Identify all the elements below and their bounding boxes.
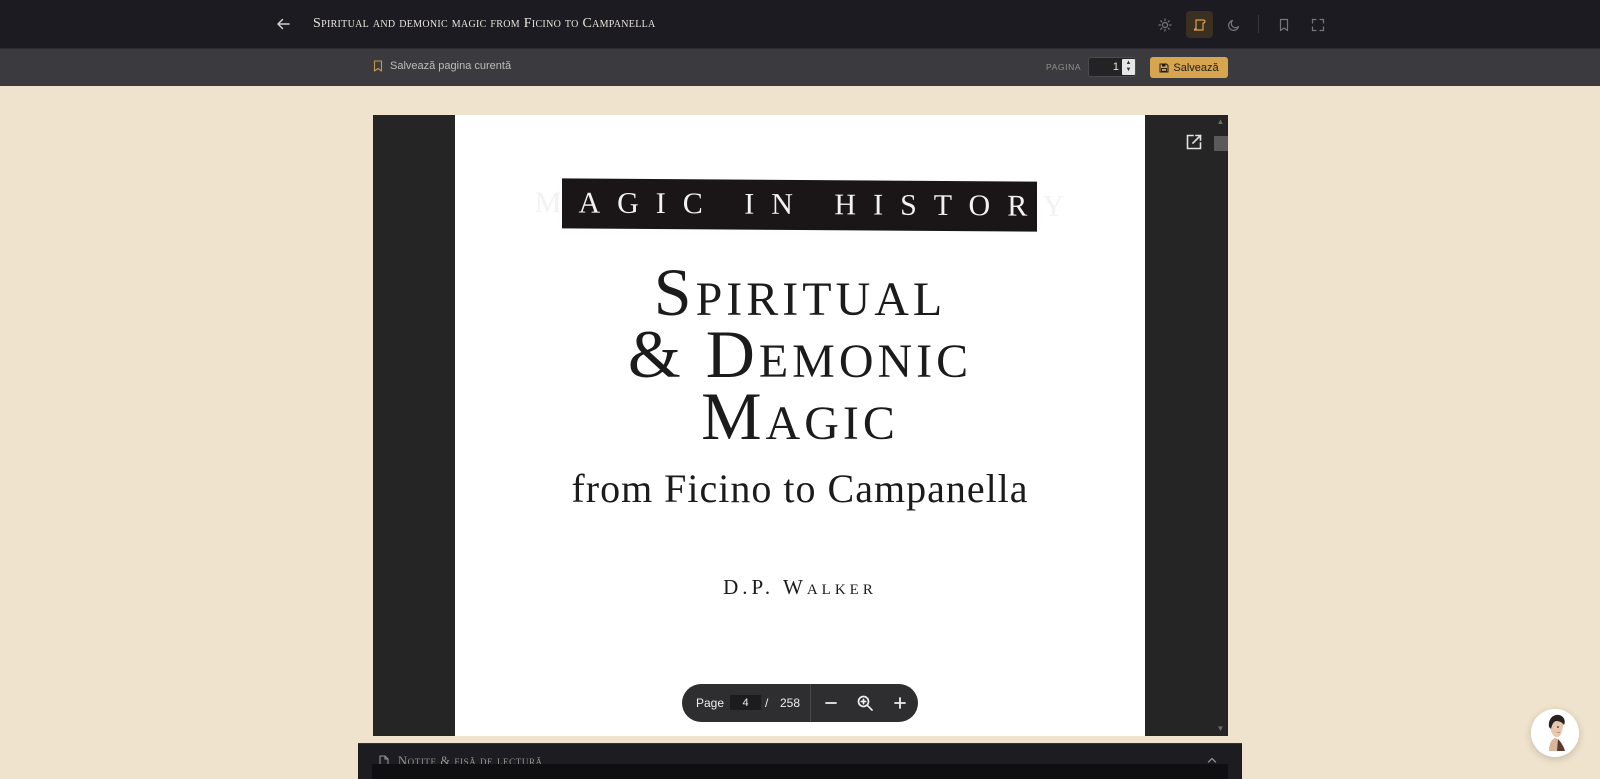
back-arrow-icon[interactable] [272, 13, 294, 35]
save-button[interactable]: Salvează [1150, 57, 1228, 78]
zoom-in-icon[interactable] [889, 692, 911, 714]
pdf-page-toolbar: Page / 258 [682, 684, 918, 722]
scroll-up-icon[interactable]: ▲ [1215, 117, 1226, 127]
toolbar-separator [1258, 15, 1259, 33]
cover-subtitle: from Ficino to Campanella [571, 466, 1029, 511]
bookmark-outline-icon [373, 60, 383, 72]
cover-author: D.P. Walker [723, 575, 877, 599]
zoom-icon[interactable] [854, 692, 876, 714]
zoom-out-icon[interactable] [820, 692, 842, 714]
cover-title-line-3: Magic [701, 378, 899, 454]
top-bar: Spiritual and demonic magic from Ficino … [0, 0, 1600, 49]
stepper-down-icon[interactable]: ▼ [1126, 67, 1132, 74]
notes-panel: Notițe & fișă de lectură [358, 743, 1242, 779]
viewer-scrollbar[interactable]: ▲ ▼ [1213, 115, 1228, 736]
assistant-avatar[interactable] [1531, 709, 1579, 757]
page-number-input[interactable] [1089, 58, 1121, 76]
current-page-input[interactable] [730, 695, 761, 710]
portrait-icon [1531, 709, 1579, 757]
toolbar-divider [810, 684, 811, 722]
bookmark-icon[interactable] [1270, 11, 1297, 38]
page-label: Page [696, 696, 725, 710]
scroll-down-icon[interactable]: ▼ [1215, 724, 1226, 734]
scrollbar-thumb[interactable] [1214, 136, 1228, 151]
fullscreen-icon[interactable] [1304, 11, 1331, 38]
scroll-icon[interactable] [1186, 11, 1213, 38]
stepper-arrows[interactable]: ▲ ▼ [1122, 59, 1135, 75]
pdf-viewer[interactable]: MAGIC IN HISTORY Spiritual & Demonic Mag… [373, 115, 1228, 736]
save-button-label: Salvează [1173, 61, 1219, 74]
series-banner: MAGIC IN HISTORY [535, 178, 1081, 232]
pagina-label: PAGINA [1046, 62, 1082, 72]
open-external-icon[interactable] [1183, 131, 1205, 153]
save-current-label: Salvează pagina curentă [390, 60, 512, 72]
moon-icon[interactable] [1220, 11, 1247, 38]
page-number-stepper[interactable]: ▲ ▼ [1088, 57, 1136, 77]
sun-icon[interactable] [1151, 11, 1178, 38]
page-separator: / [765, 696, 769, 710]
stepper-up-icon[interactable]: ▲ [1126, 60, 1132, 67]
total-pages: 258 [780, 696, 801, 710]
notes-body[interactable] [372, 764, 1228, 779]
save-current-page-link[interactable]: Salvează pagina curentă [373, 60, 511, 72]
book-title: Spiritual and demonic magic from Ficino … [313, 16, 656, 31]
page-save-bar: Salvează pagina curentă PAGINA ▲ ▼ Salve… [0, 49, 1600, 86]
pdf-page: MAGIC IN HISTORY Spiritual & Demonic Mag… [455, 115, 1145, 736]
floppy-disk-icon [1159, 63, 1169, 72]
